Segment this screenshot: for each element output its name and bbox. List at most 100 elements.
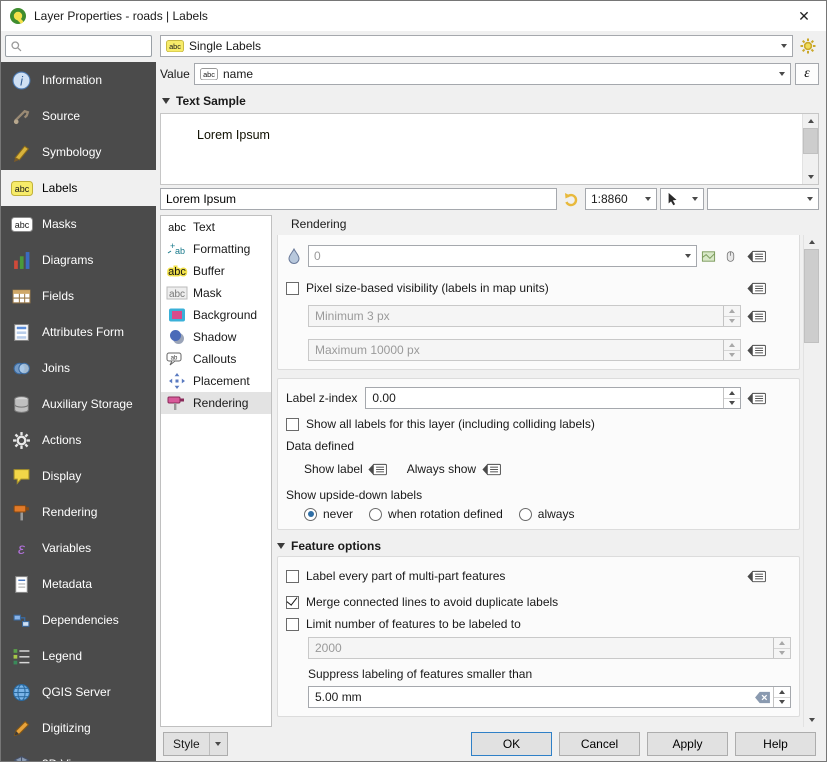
minimum-pixel-spinbox[interactable]: Minimum 3 px — [308, 305, 741, 327]
tab-placement[interactable]: Placement — [161, 370, 271, 392]
cancel-button[interactable]: Cancel — [559, 732, 640, 756]
show-label-data-defined-button[interactable] — [363, 458, 393, 480]
clear-field-button[interactable] — [751, 687, 773, 707]
sidebar-item-fields[interactable]: Fields — [1, 278, 156, 314]
sidebar-item-joins[interactable]: Joins — [1, 350, 156, 386]
ok-button[interactable]: OK — [471, 732, 552, 756]
scroll-down-button[interactable] — [803, 170, 818, 184]
sidebar-item-rendering[interactable]: Rendering — [1, 494, 156, 530]
text-sample-header[interactable]: Text Sample — [162, 94, 819, 108]
qgis-server-icon — [10, 682, 33, 702]
sidebar-item-legend[interactable]: Legend — [1, 638, 156, 674]
sidebar-search-box[interactable] — [5, 35, 152, 57]
sidebar-item-attributes-form[interactable]: Attributes Form — [1, 314, 156, 350]
style-button[interactable]: Style — [163, 732, 228, 756]
sidebar-item-labels[interactable]: abc Labels — [1, 170, 156, 206]
dialog-body: i Information Source Symbology abc Label… — [1, 31, 826, 761]
maximum-pixel-spinbox[interactable]: Maximum 10000 px — [308, 339, 741, 361]
spinner-buttons[interactable] — [723, 388, 740, 408]
help-button[interactable]: Help — [735, 732, 816, 756]
tab-mask[interactable]: abc Mask — [161, 282, 271, 304]
label-every-part-checkbox[interactable]: Label every part of multi-part features — [286, 569, 505, 583]
radio-always[interactable]: always — [519, 507, 575, 521]
limit-features-spinbox[interactable]: 2000 — [308, 637, 791, 659]
tab-formatting[interactable]: +ab Formatting — [161, 238, 271, 260]
tab-text[interactable]: abc Text — [161, 216, 271, 238]
data-defined-override-button[interactable] — [741, 339, 771, 361]
sidebar-item-source[interactable]: Source — [1, 98, 156, 134]
rendering-scrollbar[interactable] — [803, 235, 819, 727]
scroll-down-button[interactable] — [804, 713, 819, 727]
collapse-triangle-icon — [277, 543, 285, 549]
set-to-current-scale-button[interactable] — [697, 245, 719, 267]
expression-builder-button[interactable]: ε — [795, 63, 819, 85]
tab-buffer[interactable]: abc Buffer — [161, 260, 271, 282]
minimum-scale-combo[interactable]: 0 — [308, 245, 697, 267]
radio-when-rotation-defined[interactable]: when rotation defined — [369, 507, 503, 521]
scrollbar-thumb[interactable] — [804, 249, 819, 343]
data-defined-override-button[interactable] — [741, 277, 771, 299]
spinner-buttons[interactable] — [773, 638, 790, 658]
sidebar-item-information[interactable]: i Information — [1, 62, 156, 98]
suppress-size-spinbox[interactable]: 5.00 mm — [308, 686, 791, 708]
actions-icon — [10, 430, 33, 450]
tab-background[interactable]: Background — [161, 304, 271, 326]
radio-never[interactable]: never — [304, 507, 353, 521]
chevron-down-icon — [692, 197, 698, 201]
pixel-size-visibility-checkbox[interactable]: Pixel size-based visibility (labels in m… — [286, 281, 549, 295]
sidebar-item-dependencies[interactable]: Dependencies — [1, 602, 156, 638]
scrollbar-thumb[interactable] — [803, 128, 818, 154]
reset-sample-button[interactable] — [560, 188, 582, 210]
svg-text:abc: abc — [168, 289, 184, 300]
scroll-up-button[interactable] — [804, 235, 819, 249]
sidebar-nav: i Information Source Symbology abc Label… — [1, 62, 156, 761]
merge-connected-lines-checkbox[interactable]: Merge connected lines to avoid duplicate… — [286, 595, 558, 609]
apply-button[interactable]: Apply — [647, 732, 728, 756]
sidebar-item-variables[interactable]: ε Variables — [1, 530, 156, 566]
spinner-buttons[interactable] — [773, 687, 790, 707]
value-expression-combo[interactable]: abc name — [194, 63, 791, 85]
sample-scrollbar[interactable] — [802, 114, 818, 184]
data-defined-icon — [746, 569, 767, 584]
sidebar-item-symbology[interactable]: Symbology — [1, 134, 156, 170]
map-tool-dropdown[interactable] — [660, 188, 704, 210]
z-index-spinbox[interactable]: 0.00 — [365, 387, 741, 409]
sidebar-item-3d-view[interactable]: 3D View — [1, 746, 156, 761]
sidebar-item-metadata[interactable]: Metadata — [1, 566, 156, 602]
sidebar-item-display[interactable]: Display — [1, 458, 156, 494]
labels-settings-panel: abc Text +ab Formatting abc Buffer abc M… — [160, 215, 819, 727]
tab-shadow[interactable]: Shadow — [161, 326, 271, 348]
always-show-data-defined-button[interactable] — [476, 458, 506, 480]
data-defined-override-button[interactable] — [741, 305, 771, 327]
automated-placement-settings-button[interactable] — [797, 35, 819, 57]
data-defined-override-button[interactable] — [741, 245, 771, 267]
tab-callouts[interactable]: ab Callouts — [161, 348, 271, 370]
spinner-buttons[interactable] — [723, 340, 740, 360]
sidebar-search-input[interactable] — [27, 38, 147, 54]
mouse-scale-button[interactable] — [719, 245, 741, 267]
sidebar-item-digitizing[interactable]: Digitizing — [1, 710, 156, 746]
data-defined-override-button[interactable] — [741, 387, 771, 409]
sidebar-item-masks[interactable]: abc Masks — [1, 206, 156, 242]
sample-scale-combo[interactable]: 1:8860 — [585, 188, 657, 210]
sidebar-item-diagrams[interactable]: Diagrams — [1, 242, 156, 278]
style-dropdown-arrow[interactable] — [209, 733, 227, 755]
sidebar-item-actions[interactable]: Actions — [1, 422, 156, 458]
feature-options-header[interactable]: Feature options — [277, 539, 800, 553]
scroll-up-button[interactable] — [803, 114, 818, 128]
text-sample-preview: Lorem Ipsum — [160, 113, 819, 185]
label-mode-combo[interactable]: abc Single Labels — [160, 35, 793, 57]
preview-background-dropdown[interactable] — [707, 188, 819, 210]
show-all-labels-checkbox[interactable]: Show all labels for this layer (includin… — [286, 417, 595, 431]
labels-icon: abc — [10, 178, 33, 198]
limit-features-checkbox[interactable]: Limit number of features to be labeled t… — [286, 617, 521, 631]
sidebar-item-auxiliary-storage[interactable]: Auxiliary Storage — [1, 386, 156, 422]
data-defined-override-button[interactable] — [741, 565, 771, 587]
scale-visibility-icon — [286, 248, 302, 264]
close-button[interactable]: ✕ — [790, 4, 818, 28]
symbology-icon — [10, 142, 33, 162]
tab-rendering[interactable]: Rendering — [161, 392, 271, 414]
preview-text-input[interactable] — [160, 188, 557, 210]
spinner-buttons[interactable] — [723, 306, 740, 326]
sidebar-item-qgis-server[interactable]: QGIS Server — [1, 674, 156, 710]
